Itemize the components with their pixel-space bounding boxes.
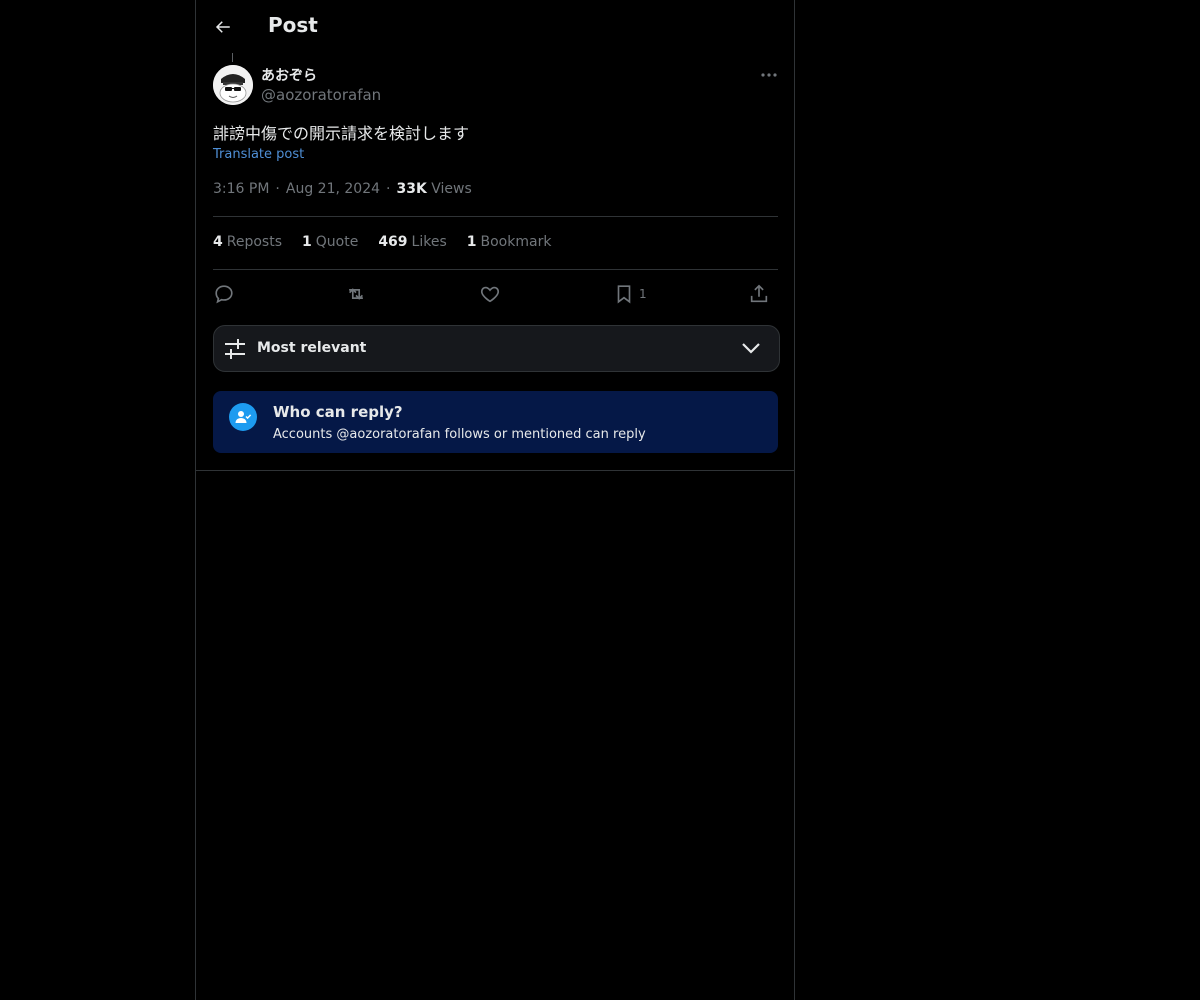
mention-user-icon [229, 403, 257, 431]
bookmarks-count: 1 [466, 234, 477, 250]
heart-icon [480, 286, 500, 303]
likes-stat[interactable]: 469 Likes [378, 234, 446, 250]
display-name[interactable]: あおぞら [261, 65, 317, 85]
views-label: Views [431, 181, 472, 197]
post-meta: 3:16 PM · Aug 21, 2024 · 33K Views [213, 181, 472, 197]
translate-post-link[interactable]: Translate post [213, 147, 304, 162]
back-arrow-icon [215, 21, 230, 33]
reply-icon [215, 285, 233, 304]
repost-icon [348, 288, 364, 300]
reposts-stat[interactable]: 4 Reposts [213, 234, 282, 250]
repost-button[interactable] [345, 281, 367, 307]
more-options-button[interactable] [756, 66, 782, 84]
views-count: 33K [396, 181, 427, 197]
more-horizontal-icon [761, 73, 777, 77]
header: Post [196, 0, 794, 53]
bookmark-icon [617, 285, 631, 304]
sliders-icon [225, 339, 245, 359]
user-handle[interactable]: @aozoratorafan [261, 86, 381, 104]
reply-button[interactable] [213, 281, 235, 307]
quotes-count: 1 [302, 234, 312, 250]
bookmarks-label: Bookmark [480, 234, 552, 250]
reply-sort-dropdown[interactable]: Most relevant [213, 325, 780, 372]
reposts-label: Reposts [226, 234, 282, 250]
like-button[interactable] [479, 281, 501, 307]
share-button[interactable] [748, 281, 770, 307]
sort-label: Most relevant [257, 340, 367, 356]
avatar-image-icon [213, 65, 253, 105]
post-date[interactable]: Aug 21, 2024 [286, 181, 380, 197]
separator-dot: · [386, 181, 391, 197]
chevron-down-icon [742, 343, 760, 354]
reply-notice-subtitle: Accounts @aozoratorafan follows or menti… [273, 427, 646, 442]
divider [196, 470, 794, 471]
likes-count: 469 [378, 234, 408, 250]
bookmarks-stat[interactable]: 1 Bookmark [467, 234, 552, 250]
post-text: 誹謗中傷での開示請求を検討します [213, 124, 470, 143]
quotes-label: Quote [315, 234, 359, 250]
divider [213, 216, 778, 217]
back-button[interactable] [208, 12, 238, 42]
who-can-reply-notice: Who can reply? Accounts @aozoratorafan f… [213, 391, 778, 453]
avatar[interactable] [213, 65, 253, 105]
reposts-count: 4 [213, 234, 223, 250]
post-time[interactable]: 3:16 PM [213, 181, 269, 197]
thread-line [232, 53, 233, 62]
main-column: Post あおぞら @aozoratorafan 誹謗中傷での開示請求を検討しま… [195, 0, 795, 1000]
bookmark-action-count: 1 [639, 287, 647, 301]
reply-notice-title: Who can reply? [273, 403, 403, 421]
quotes-stat[interactable]: 1 Quote [302, 234, 358, 250]
divider [213, 269, 778, 270]
bookmark-button[interactable]: 1 [613, 281, 647, 307]
share-icon [750, 284, 768, 303]
engagement-stats: 4 Reposts 1 Quote 469 Likes 1 Bookmark [213, 234, 551, 250]
separator-dot: · [275, 181, 280, 197]
likes-label: Likes [411, 234, 447, 250]
page-title: Post [268, 13, 318, 37]
action-bar: 1 [213, 281, 778, 307]
